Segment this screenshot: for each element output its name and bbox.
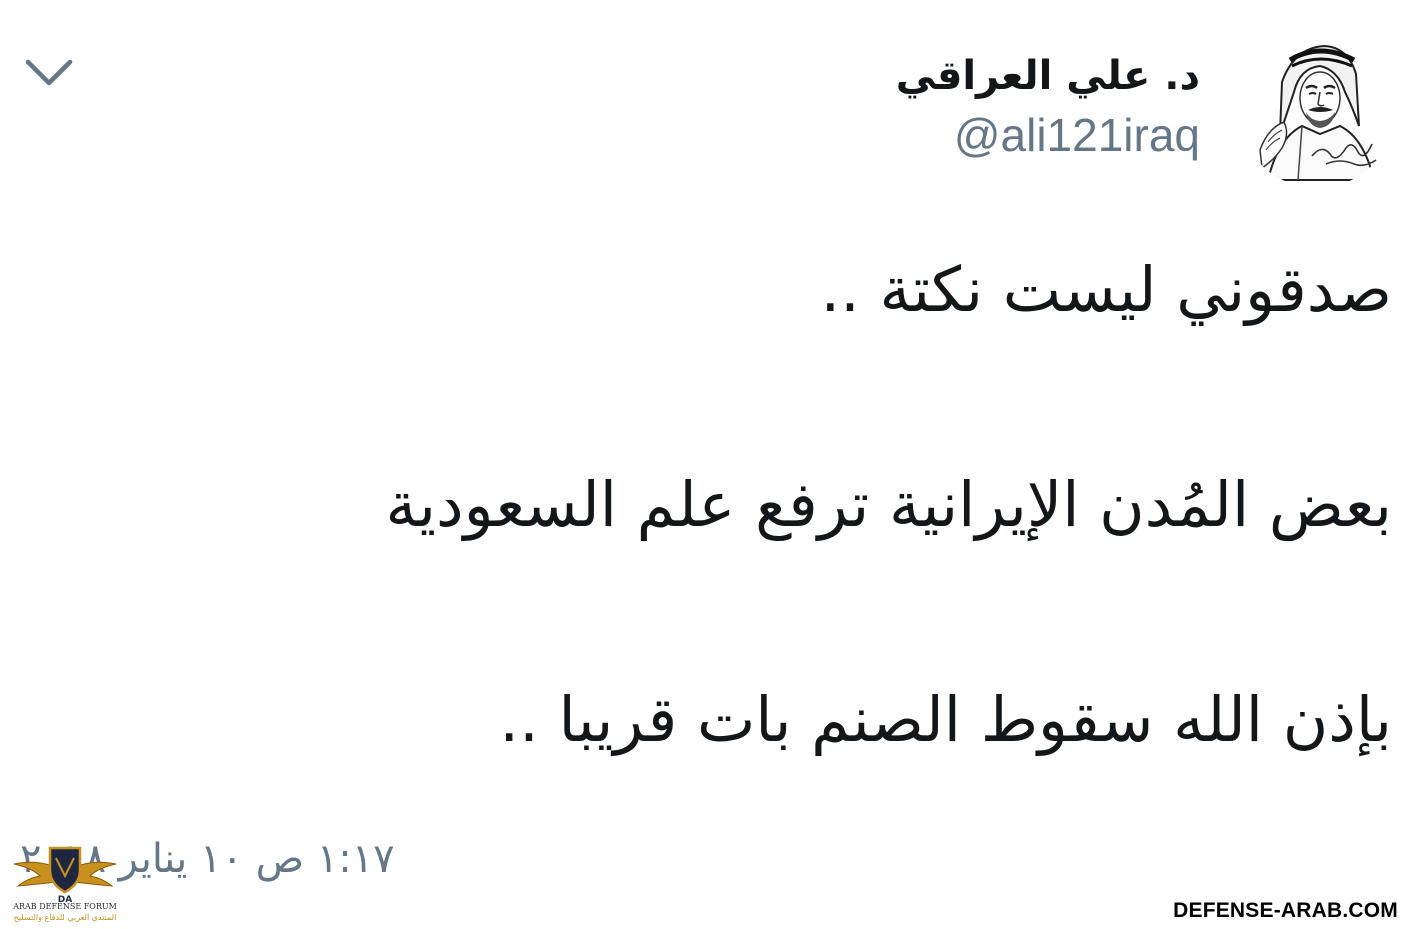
- logo-text-ar: المنتدى العربي للدفاع والتسليح: [13, 913, 117, 922]
- tweet-text-line: بعض المُدن الإيرانية ترفع علم السعودية: [385, 468, 1392, 541]
- tweet-text-line: صدقوني ليست نكتة ..: [820, 253, 1392, 326]
- arab-defense-forum-logo: DA ARAB DEFENSE FORUM المنتدى العربي للد…: [10, 842, 120, 926]
- avatar[interactable]: [1238, 30, 1396, 188]
- tweet-text-line: بإذن الله سقوط الصنم بات قريبا ..: [499, 683, 1392, 756]
- avatar-portrait-image: [1259, 44, 1377, 181]
- chevron-down-icon[interactable]: [24, 52, 74, 92]
- author-handle[interactable]: @ali121iraq: [954, 108, 1200, 162]
- eagle-shield-icon: DA: [13, 846, 117, 905]
- logo-text-en: ARAB DEFENSE FORUM: [13, 902, 117, 911]
- author-display-name[interactable]: د. علي العراقي: [896, 52, 1200, 100]
- site-watermark: DEFENSE-ARAB.COM: [1173, 899, 1398, 922]
